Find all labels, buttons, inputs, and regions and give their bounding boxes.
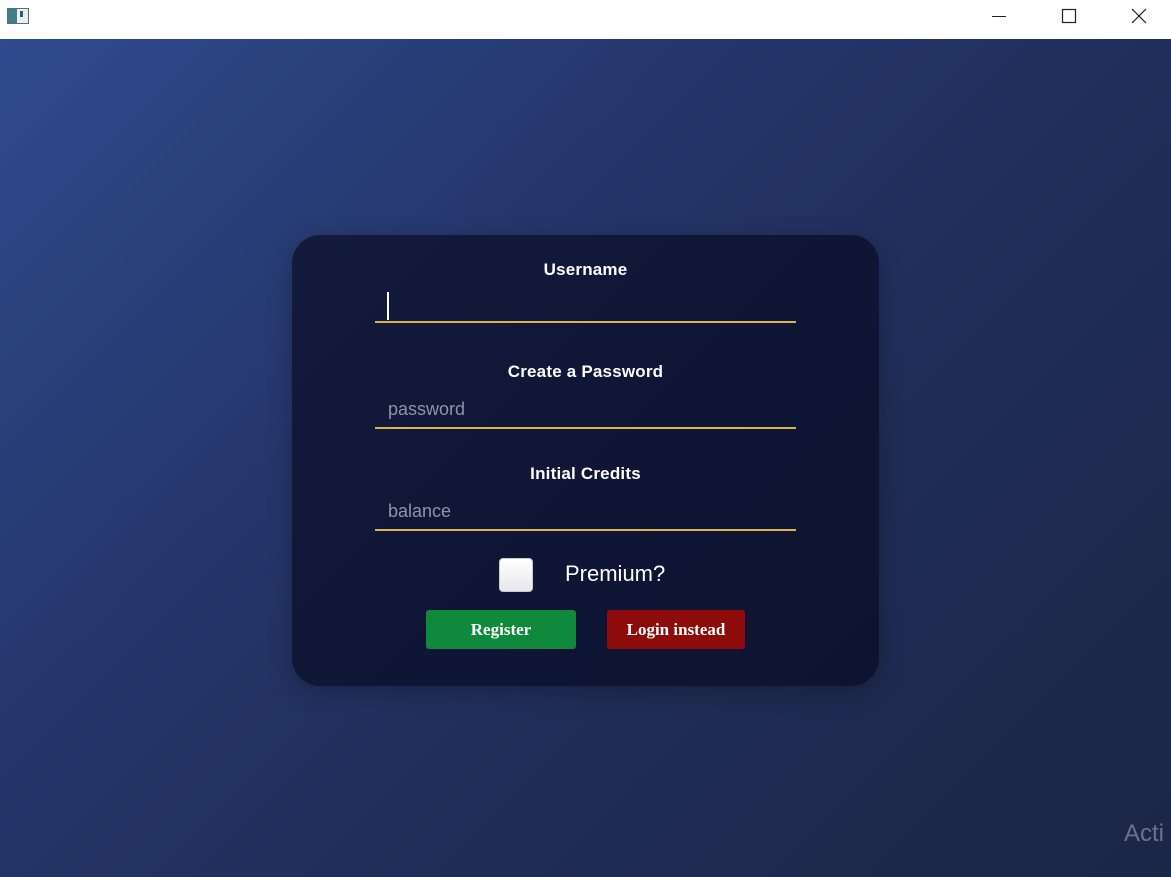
login-instead-button[interactable]: Login instead (607, 610, 745, 649)
password-label: Create a Password (507, 362, 664, 381)
username-label: Username (543, 260, 628, 279)
register-card: Username Create a Password Initial Credi… (292, 235, 879, 686)
maximize-button[interactable] (1046, 0, 1092, 32)
password-input[interactable] (375, 391, 796, 429)
username-input[interactable] (375, 285, 796, 323)
close-button[interactable] (1116, 0, 1162, 32)
minimize-button[interactable] (976, 0, 1022, 32)
premium-checkbox[interactable] (499, 558, 533, 592)
title-bar (0, 0, 1171, 38)
maximize-icon (1061, 8, 1077, 24)
credits-input[interactable] (375, 493, 796, 531)
premium-label: Premium? (565, 561, 666, 586)
minimize-icon (992, 16, 1006, 17)
app-content: Username Create a Password Initial Credi… (0, 39, 1171, 877)
app-window-icon (7, 8, 29, 24)
register-button[interactable]: Register (426, 610, 576, 649)
credits-label: Initial Credits (530, 464, 641, 483)
activation-watermark: Acti (1124, 820, 1165, 847)
close-icon (1131, 8, 1147, 24)
text-caret (387, 292, 389, 320)
app-window: Username Create a Password Initial Credi… (0, 0, 1171, 877)
